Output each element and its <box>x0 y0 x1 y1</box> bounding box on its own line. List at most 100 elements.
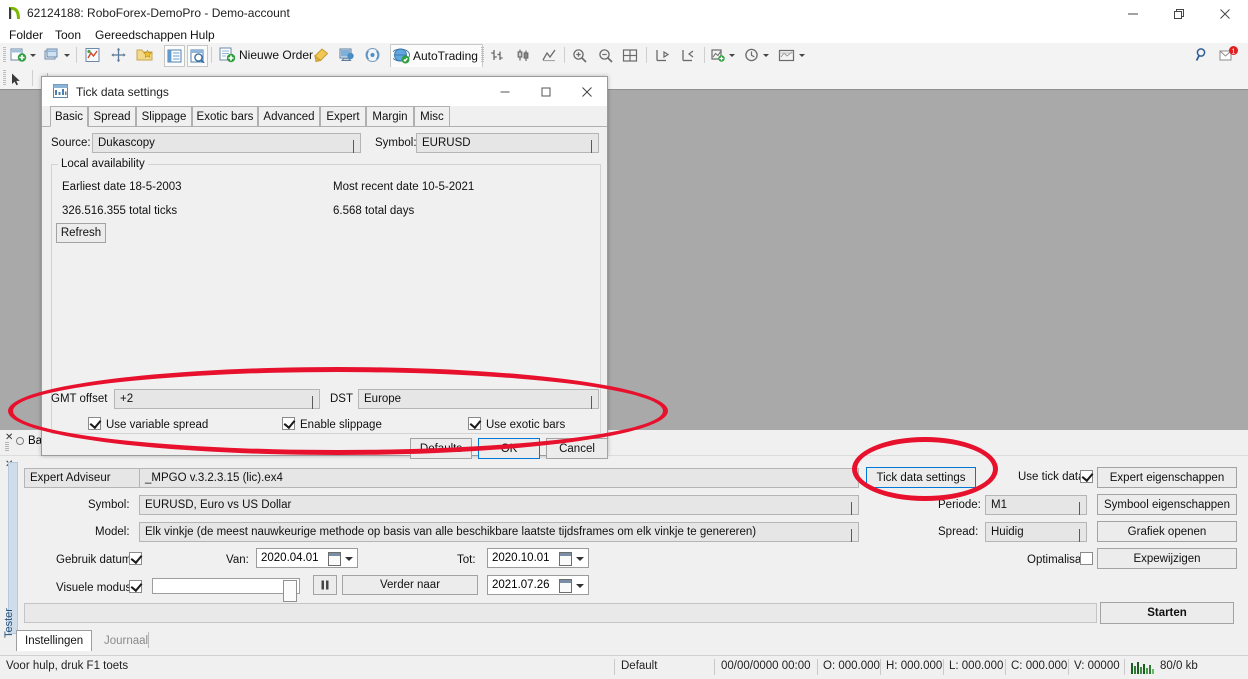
chevron-down-icon[interactable] <box>576 584 584 588</box>
toolbar-new-order-button[interactable]: Nieuwe Order <box>219 45 313 65</box>
gmt-offset-combo[interactable]: +2 <box>114 389 320 409</box>
dialog-minimize-button[interactable] <box>484 77 525 106</box>
to-date-input[interactable]: 2020.10.01 <box>487 548 589 568</box>
toolbar-new-chart-button[interactable] <box>10 45 36 65</box>
expert-file-field[interactable]: _MPGO v.3.2.3.15 (lic).ex4 <box>139 468 859 488</box>
toolbar-indicators-button[interactable] <box>710 45 735 65</box>
toolbar-auto-scroll-button[interactable] <box>680 45 696 65</box>
pause-button[interactable] <box>313 575 337 595</box>
toolbar-autotrading-button[interactable]: AutoTrading <box>390 44 483 68</box>
menu-item-folder[interactable]: Folder <box>9 28 43 42</box>
toolbar-terminal-button[interactable] <box>164 45 185 67</box>
start-button[interactable]: Starten <box>1100 602 1234 624</box>
chevron-down-icon[interactable] <box>64 53 70 57</box>
refresh-button[interactable]: Refresh <box>56 223 106 243</box>
chevron-down-icon[interactable] <box>763 53 769 57</box>
toolbar-navigator-button[interactable] <box>136 45 154 65</box>
toolbar-cursor-button[interactable] <box>9 69 24 89</box>
dialog-close-button[interactable] <box>566 77 607 106</box>
terminal-dock-grip[interactable] <box>5 442 9 452</box>
toolbar-chart-shift-button[interactable] <box>654 45 670 65</box>
tab-exotic-bars[interactable]: Exotic bars <box>192 106 258 127</box>
tab-advanced[interactable]: Advanced <box>258 106 320 127</box>
use-variable-spread-checkbox[interactable] <box>88 417 101 430</box>
menu-item-toon[interactable]: Toon <box>55 28 81 42</box>
tab-instellingen[interactable]: Instellingen <box>16 630 92 651</box>
enable-slippage-checkbox[interactable] <box>282 417 295 430</box>
use-tick-data-checkbox[interactable] <box>1080 470 1093 483</box>
tab-expert-label: Expert <box>326 110 360 123</box>
toolbar-candlestick-chart-button[interactable] <box>515 45 531 65</box>
toolbar-templates-button[interactable] <box>778 45 805 65</box>
period-combo[interactable]: M1 <box>985 495 1087 515</box>
skip-to-date-input[interactable]: 2021.07.26 <box>487 575 589 595</box>
terminal-tab-balance[interactable]: Ba <box>16 431 42 451</box>
tab-basic[interactable]: Basic <box>50 106 88 127</box>
chevron-down-icon[interactable] <box>576 557 584 561</box>
toolbar-crosshair-button[interactable] <box>110 45 127 65</box>
toolbar-grip[interactable] <box>3 47 6 63</box>
toolbar-zoom-out-button[interactable] <box>598 45 614 65</box>
defaults-button[interactable]: Defaults <box>410 438 472 459</box>
toolbar-zoom-in-button[interactable] <box>572 45 588 65</box>
spread-combo[interactable]: Huidig <box>985 522 1087 542</box>
toolbar-bar-chart-button[interactable] <box>489 45 505 65</box>
chevron-down-icon[interactable] <box>729 53 735 57</box>
menu-item-gereedschappen[interactable]: Gereedschappen <box>95 28 187 42</box>
dialog-maximize-button[interactable] <box>525 77 566 106</box>
modify-expert-button[interactable]: Expewijzigen <box>1097 548 1237 569</box>
window-maximize-button[interactable] <box>1156 0 1202 27</box>
toolbar-search-button[interactable] <box>1194 45 1210 65</box>
toolbar-mql-community-button[interactable] <box>338 45 355 65</box>
menu-item-hulp[interactable]: Hulp <box>190 28 215 42</box>
toolbar-profiles-button[interactable] <box>44 45 70 65</box>
source-combo[interactable]: Dukascopy <box>92 133 361 153</box>
tab-misc[interactable]: Misc <box>414 106 450 127</box>
chevron-down-icon[interactable] <box>30 53 36 57</box>
toolbar-notifications-button[interactable]: 1 <box>1218 45 1240 65</box>
expert-type-combo[interactable]: Expert Adviseur <box>24 468 152 488</box>
from-date-input[interactable]: 2020.04.01 <box>256 548 358 568</box>
symbol-properties-button[interactable]: Symbool eigenschappen <box>1097 494 1237 515</box>
visual-mode-speed-slider[interactable] <box>152 578 300 602</box>
cancel-button[interactable]: Cancel <box>546 438 608 459</box>
expert-properties-button[interactable]: Expert eigenschappen <box>1097 467 1237 488</box>
optimisation-checkbox[interactable] <box>1080 552 1093 565</box>
toolbar-tile-windows-button[interactable] <box>622 45 638 65</box>
toolbar-timeframes-button[interactable] <box>744 45 769 65</box>
toolbar-grip[interactable] <box>481 47 484 63</box>
symbol-combo[interactable]: EURUSD <box>416 133 599 153</box>
chevron-down-icon <box>312 396 313 409</box>
calendar-icon[interactable] <box>559 579 572 593</box>
tab-slippage[interactable]: Slippage <box>136 106 192 127</box>
chevron-down-icon <box>851 502 852 515</box>
chevron-down-icon[interactable] <box>345 557 353 561</box>
use-exotic-bars-checkbox[interactable] <box>468 417 481 430</box>
chevron-down-icon[interactable] <box>799 53 805 57</box>
toolbar-separator <box>564 47 565 63</box>
toolbar-line-chart-button[interactable] <box>541 45 557 65</box>
visual-mode-checkbox[interactable] <box>129 580 142 593</box>
toolbar-strategy-tester-button[interactable] <box>187 45 208 67</box>
toolbar-market-watch-button[interactable] <box>84 45 101 65</box>
skip-to-button[interactable]: Verder naar <box>342 575 478 595</box>
window-close-button[interactable] <box>1202 0 1248 27</box>
tab-expert[interactable]: Expert <box>320 106 366 127</box>
dst-combo[interactable]: Europe <box>358 389 599 409</box>
tab-spread[interactable]: Spread <box>88 106 136 127</box>
slider-handle[interactable] <box>283 580 297 602</box>
window-minimize-button[interactable] <box>1110 0 1156 27</box>
model-combo[interactable]: Elk vinkje (de meest nauwkeurige methode… <box>139 522 859 542</box>
toolbar-metaeditor-button[interactable] <box>313 45 330 65</box>
tab-margin[interactable]: Margin <box>366 106 414 127</box>
open-chart-button[interactable]: Grafiek openen <box>1097 521 1237 542</box>
use-date-checkbox[interactable] <box>129 552 142 565</box>
status-divider <box>614 659 615 675</box>
calendar-icon[interactable] <box>559 552 572 566</box>
symbol-combo[interactable]: EURUSD, Euro vs US Dollar <box>139 495 859 515</box>
calendar-icon[interactable] <box>328 552 341 566</box>
toolbar-grip[interactable] <box>3 70 6 86</box>
tick-data-settings-button[interactable]: Tick data settings <box>866 467 976 488</box>
toolbar-signals-button[interactable] <box>364 45 381 65</box>
ok-button[interactable]: OK <box>478 438 540 459</box>
